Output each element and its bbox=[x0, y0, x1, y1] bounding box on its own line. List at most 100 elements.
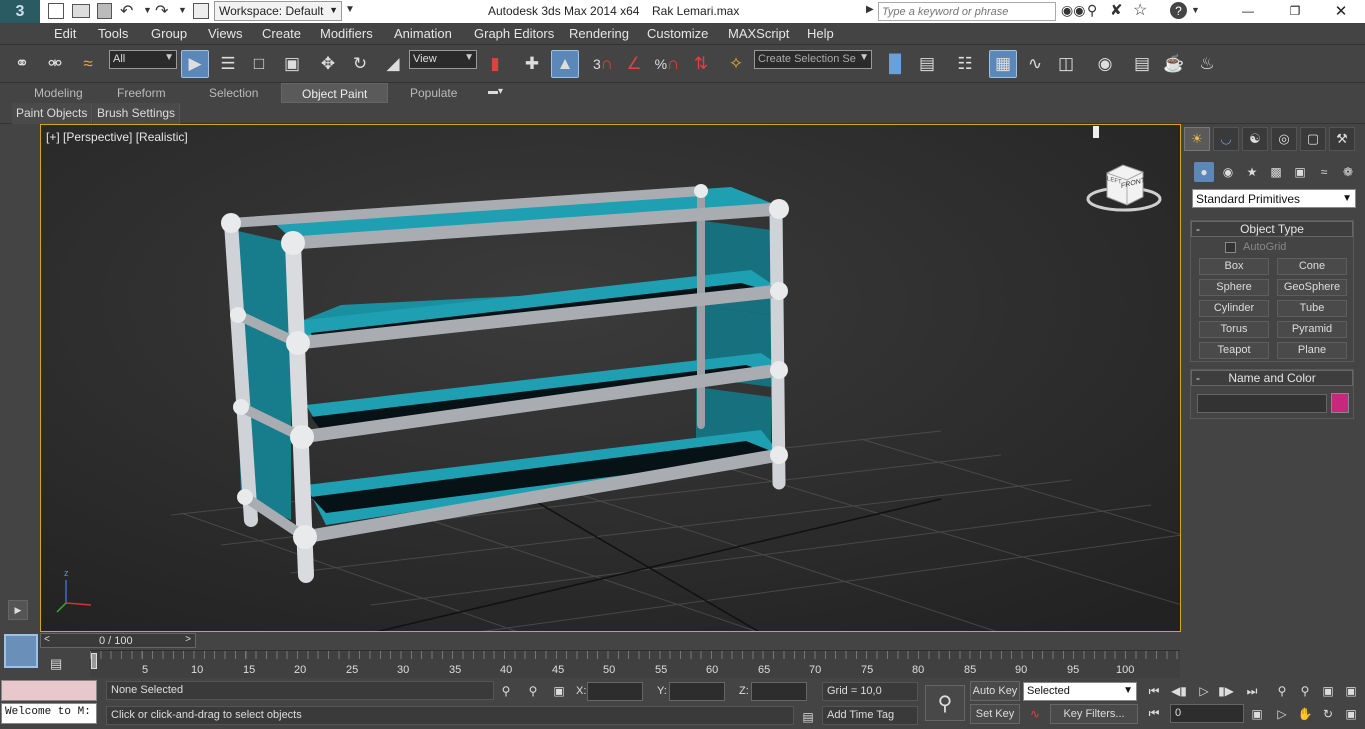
close-button[interactable]: ✕ bbox=[1326, 0, 1356, 22]
keyboard-shortcut-override-icon[interactable]: ▲ bbox=[551, 50, 579, 78]
plane-button[interactable]: Plane bbox=[1277, 342, 1347, 359]
object-name-input[interactable] bbox=[1197, 394, 1327, 413]
zoom-extents-all-icon[interactable]: ▣ bbox=[1342, 682, 1360, 700]
percent-snap-icon[interactable]: % ∩ bbox=[653, 50, 681, 78]
tab-hierarchy-icon[interactable]: ☯ bbox=[1242, 127, 1268, 151]
angle-snap-icon[interactable]: ∠ bbox=[620, 50, 648, 78]
maxscript-listener-output[interactable]: Welcome to M: bbox=[1, 703, 97, 724]
object-type-header[interactable]: - Object Type bbox=[1191, 221, 1353, 237]
favorites-star-icon[interactable]: ☆ bbox=[1133, 0, 1147, 20]
viewport-scene[interactable] bbox=[41, 125, 1181, 632]
graphite-toolbar-icon[interactable]: ▦ bbox=[989, 50, 1017, 78]
category-dropdown[interactable]: Standard Primitives ▼ bbox=[1192, 189, 1356, 208]
expand-arrow-icon[interactable]: ▶ bbox=[8, 600, 28, 620]
minimize-button[interactable]: — bbox=[1233, 0, 1263, 22]
menu-modifiers[interactable]: Modifiers bbox=[320, 26, 373, 41]
current-frame-input[interactable]: 0 bbox=[1170, 704, 1244, 723]
zoom-icon[interactable]: ⚲ bbox=[1273, 682, 1291, 700]
unlink-selection-icon[interactable]: ⚮ bbox=[41, 50, 69, 78]
zoom-extents-icon[interactable]: ▣ bbox=[1319, 682, 1337, 700]
time-configuration-icon[interactable]: ▣ bbox=[1248, 705, 1266, 723]
z-coordinate-input[interactable] bbox=[751, 682, 807, 701]
x-coordinate-input[interactable] bbox=[587, 682, 643, 701]
selection-lock-icon[interactable]: ⚲ bbox=[524, 682, 542, 700]
workspace-dropdown[interactable]: Workspace: Default ▼ bbox=[214, 1, 342, 21]
undo-icon[interactable]: ↶ bbox=[120, 1, 133, 21]
select-object-icon[interactable]: ▶ bbox=[181, 50, 209, 78]
set-key-icon[interactable]: ⚲ bbox=[925, 685, 965, 721]
auto-key-button[interactable]: Auto Key bbox=[970, 681, 1020, 701]
menu-animation[interactable]: Animation bbox=[394, 26, 452, 41]
key-filters-button[interactable]: Key Filters... bbox=[1050, 704, 1138, 724]
name-and-color-header[interactable]: - Name and Color bbox=[1191, 370, 1353, 386]
communication-center-icon[interactable]: ✘ bbox=[1110, 1, 1123, 19]
align-icon[interactable]: ▤ bbox=[913, 50, 941, 78]
tab-modeling[interactable]: Modeling bbox=[34, 86, 83, 100]
maxscript-mini-input[interactable] bbox=[1, 680, 97, 701]
teapot-button[interactable]: Teapot bbox=[1199, 342, 1269, 359]
time-slider-next-icon[interactable]: > bbox=[185, 634, 191, 645]
spinner-snap-icon[interactable]: ⇅ bbox=[687, 50, 715, 78]
time-slider[interactable]: < 0 / 100 > bbox=[40, 633, 196, 648]
play-icon[interactable]: ▷ bbox=[1195, 682, 1213, 700]
select-and-link-icon[interactable]: ⚭ bbox=[8, 50, 36, 78]
y-coordinate-input[interactable] bbox=[669, 682, 725, 701]
binoculars-icon[interactable]: ◉◉ bbox=[1061, 2, 1085, 19]
project-folder-icon[interactable] bbox=[193, 3, 209, 19]
key-mode-toggle-icon[interactable]: ⏮ bbox=[1145, 704, 1163, 722]
previous-frame-icon[interactable]: ◀▮ bbox=[1170, 682, 1188, 700]
ribbon-options-icon[interactable]: ▬▾ bbox=[488, 86, 503, 97]
redo-dropdown-icon[interactable]: ▼ bbox=[178, 5, 187, 15]
select-and-move-icon[interactable]: ✥ bbox=[314, 50, 342, 78]
edit-named-selection-icon[interactable]: ✧ bbox=[722, 50, 750, 78]
systems-category-icon[interactable]: ❁ bbox=[1338, 162, 1358, 182]
menu-edit[interactable]: Edit bbox=[54, 26, 76, 41]
app-logo-icon[interactable]: 3 bbox=[0, 0, 40, 23]
select-by-name-icon[interactable]: ☰ bbox=[214, 50, 242, 78]
time-slider-prev-icon[interactable]: < bbox=[44, 634, 50, 645]
mirror-icon[interactable]: ▐▌ bbox=[881, 50, 909, 78]
new-file-icon[interactable] bbox=[48, 3, 64, 19]
panel-brush-settings[interactable]: Brush Settings bbox=[93, 103, 181, 124]
menu-maxscript[interactable]: MAXScript bbox=[728, 26, 789, 41]
undo-dropdown-icon[interactable]: ▼ bbox=[143, 5, 152, 15]
rectangular-selection-icon[interactable]: □ bbox=[245, 50, 273, 78]
menu-create[interactable]: Create bbox=[262, 26, 301, 41]
select-and-scale-icon[interactable]: ◢ bbox=[379, 50, 407, 78]
render-production-icon[interactable]: ♨ bbox=[1193, 50, 1221, 78]
tab-freeform[interactable]: Freeform bbox=[117, 86, 166, 100]
key-mode-dropdown[interactable]: Selected ▼ bbox=[1023, 682, 1137, 701]
go-to-end-icon[interactable]: ⏭ bbox=[1243, 682, 1261, 700]
tab-display-icon[interactable]: ▢ bbox=[1300, 127, 1326, 151]
helpers-category-icon[interactable]: ▣ bbox=[1290, 162, 1310, 182]
save-file-icon[interactable] bbox=[97, 3, 112, 19]
space-warps-category-icon[interactable]: ≈ bbox=[1314, 162, 1334, 182]
select-and-rotate-icon[interactable]: ↻ bbox=[346, 50, 374, 78]
curve-editor-icon[interactable]: ∿ bbox=[1021, 50, 1049, 78]
open-file-icon[interactable] bbox=[72, 4, 90, 18]
menu-help[interactable]: Help bbox=[807, 26, 834, 41]
trackbar-curve-editor-icon[interactable]: ▤ bbox=[50, 656, 62, 672]
tab-create-icon[interactable]: ☀ bbox=[1184, 127, 1210, 151]
key-tool-icon[interactable]: ⚲ bbox=[1087, 2, 1097, 19]
absolute-mode-icon[interactable]: ▣ bbox=[550, 682, 568, 700]
isolate-selection-icon[interactable]: ⚲ bbox=[497, 682, 515, 700]
reference-coordinate-dropdown[interactable]: View ▼ bbox=[409, 50, 477, 69]
sphere-button[interactable]: Sphere bbox=[1199, 279, 1269, 296]
rendered-frame-window-icon[interactable]: ☕ bbox=[1160, 50, 1188, 78]
bind-to-space-warp-icon[interactable]: ≈ bbox=[74, 50, 102, 78]
tab-utilities-icon[interactable]: ⚒ bbox=[1329, 127, 1355, 151]
go-to-start-icon[interactable]: ⏮ bbox=[1145, 682, 1163, 700]
object-color-swatch[interactable] bbox=[1331, 393, 1349, 413]
menu-graph-editors[interactable]: Graph Editors bbox=[474, 26, 554, 41]
viewport-label[interactable]: [+] [Perspective] [Realistic] bbox=[46, 130, 188, 144]
tab-motion-icon[interactable]: ◎ bbox=[1271, 127, 1297, 151]
panel-paint-objects[interactable]: Paint Objects bbox=[12, 103, 93, 124]
tab-selection[interactable]: Selection bbox=[209, 86, 258, 100]
snaps-toggle-icon[interactable]: 3 ∩ bbox=[589, 50, 617, 78]
material-editor-icon[interactable]: ◉ bbox=[1091, 50, 1119, 78]
tab-modify-icon[interactable]: ◡ bbox=[1213, 127, 1239, 151]
tab-object-paint[interactable]: Object Paint bbox=[281, 83, 389, 103]
redo-icon[interactable]: ↷ bbox=[155, 1, 168, 21]
cone-button[interactable]: Cone bbox=[1277, 258, 1347, 275]
